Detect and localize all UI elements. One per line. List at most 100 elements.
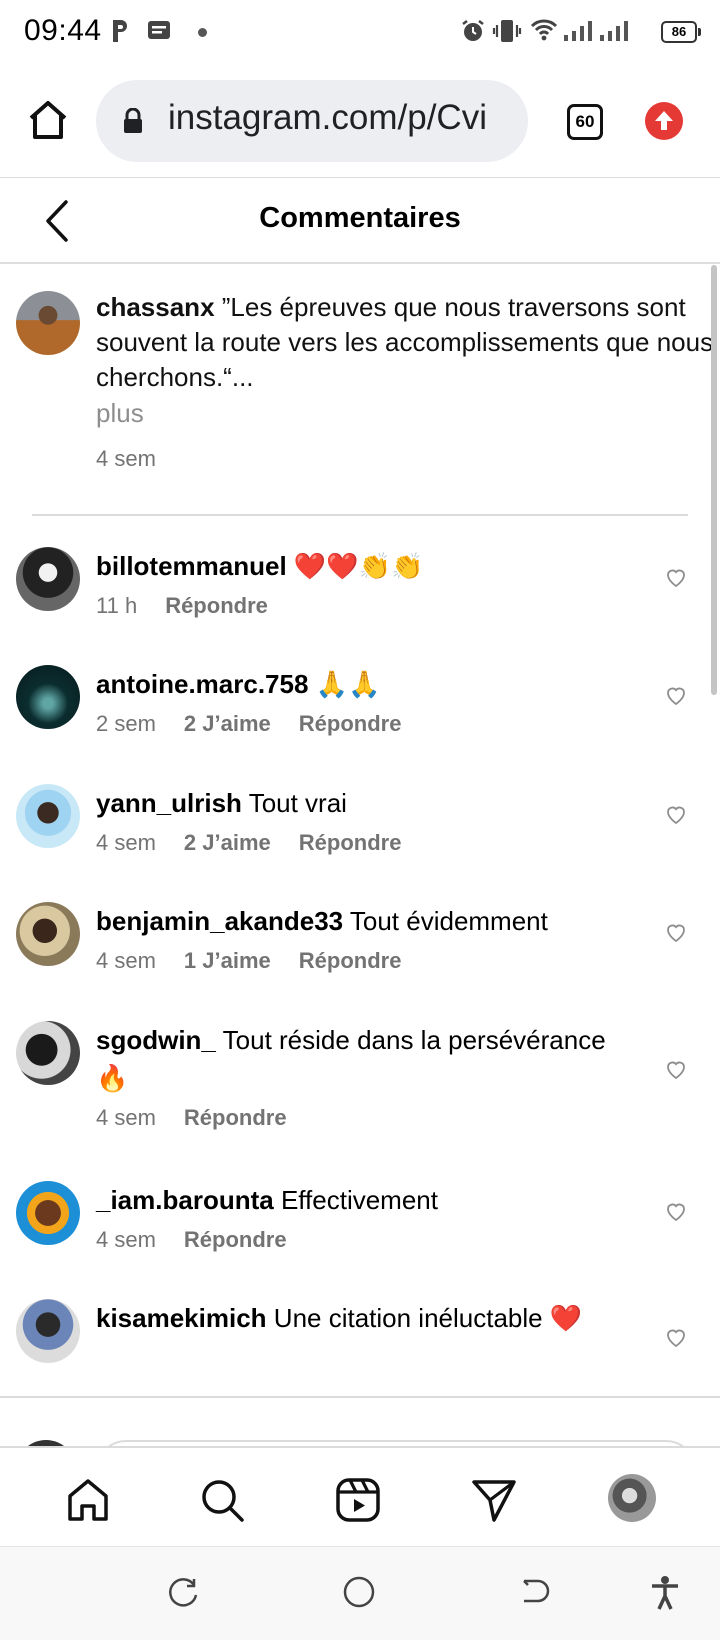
comment-text: _iam.barounta Effectivement xyxy=(96,1181,636,1219)
comment-timestamp: 4 sem xyxy=(96,1105,156,1130)
message-icon xyxy=(148,21,170,39)
avatar[interactable] xyxy=(16,547,80,611)
search-icon[interactable] xyxy=(198,1476,246,1524)
comment-item: sgodwin_ Tout réside dans la persévéranc… xyxy=(0,1021,720,1161)
comment-body: Une citation inéluctable ❤️ xyxy=(266,1303,583,1333)
heart-icon[interactable] xyxy=(664,1057,688,1081)
comment-item: billotemmanuel ❤️❤️👏👏 11 h Répondre xyxy=(0,547,720,657)
comment-item: _iam.barounta Effectivement 4 sem Répondr… xyxy=(0,1181,720,1291)
caption-username[interactable]: chassanx xyxy=(96,292,215,322)
comments-header: Commentaires xyxy=(0,178,720,264)
comment-text: billotemmanuel ❤️❤️👏👏 xyxy=(96,547,636,585)
likes-count[interactable]: 2 J’aime xyxy=(184,711,271,736)
browser-toolbar: instagram.com/p/Cvi 60 xyxy=(0,66,720,178)
parking-icon xyxy=(113,20,127,42)
avatar[interactable] xyxy=(16,1299,80,1363)
reply-button[interactable]: Répondre xyxy=(165,593,268,618)
post-caption: chassanx ”Les épreuves que nous traverso… xyxy=(0,264,720,516)
comment-username[interactable]: benjamin_akande33 xyxy=(96,906,343,936)
reply-button[interactable]: Répondre xyxy=(299,830,402,855)
comment-meta: 4 sem Répondre xyxy=(96,1105,315,1131)
comment-item: kisamekimich Une citation inéluctable ❤️ xyxy=(0,1299,720,1396)
comment-text: benjamin_akande33 Tout évidemment xyxy=(96,902,636,940)
accessibility-icon[interactable] xyxy=(650,1575,680,1611)
home-icon[interactable] xyxy=(64,1476,112,1524)
comment-timestamp: 11 h xyxy=(96,593,138,618)
avatar[interactable] xyxy=(16,1021,80,1085)
wifi-icon xyxy=(530,19,558,41)
comment-body: 🙏🙏 xyxy=(308,669,381,699)
comment-item: yann_ulrish Tout vrai 4 sem 2 J’aime Répon… xyxy=(0,784,720,894)
url-text: instagram.com/p/Cvi xyxy=(168,98,487,137)
comment-body: ❤️❤️👏👏 xyxy=(286,551,424,581)
reply-button[interactable]: Répondre xyxy=(299,711,402,736)
comment-meta: 4 sem 2 J’aime Répondre xyxy=(96,830,429,856)
likes-count[interactable]: 1 J’aime xyxy=(184,948,271,973)
comment-username[interactable]: kisamekimich xyxy=(96,1303,267,1333)
comment-timestamp: 4 sem xyxy=(96,948,156,973)
heart-icon[interactable] xyxy=(664,683,688,707)
comment-body: Tout vrai xyxy=(241,788,347,818)
heart-icon[interactable] xyxy=(664,802,688,826)
avatar[interactable] xyxy=(16,665,80,729)
signal-icon-2 xyxy=(600,21,628,41)
signal-icon xyxy=(564,21,592,41)
avatar[interactable] xyxy=(16,784,80,848)
comment-text: yann_ulrish Tout vrai xyxy=(96,784,636,822)
recents-icon[interactable] xyxy=(166,1575,200,1609)
comment-meta: 4 sem 1 J’aime Répondre xyxy=(96,948,429,974)
bottom-navigation xyxy=(0,1446,720,1546)
status-bar: 09:44 86 xyxy=(0,0,720,66)
heart-icon[interactable] xyxy=(664,920,688,944)
comment-username[interactable]: billotemmanuel xyxy=(96,551,287,581)
comment-text: antoine.marc.758 🙏🙏 xyxy=(96,665,636,703)
comment-timestamp: 2 sem xyxy=(96,711,156,736)
back-gesture-icon[interactable] xyxy=(518,1575,552,1609)
avatar[interactable] xyxy=(16,1181,80,1245)
home-circle-icon[interactable] xyxy=(342,1575,376,1609)
browser-update-button[interactable] xyxy=(645,102,683,140)
reels-icon[interactable] xyxy=(334,1476,382,1524)
arrow-up-icon xyxy=(655,111,673,130)
reply-button[interactable]: Répondre xyxy=(184,1105,287,1130)
battery-indicator: 86 xyxy=(661,21,701,43)
browser-home-icon[interactable] xyxy=(24,96,72,144)
comment-item: antoine.marc.758 🙏🙏 2 sem 2 J’aime Répondr… xyxy=(0,665,720,775)
heart-icon[interactable] xyxy=(664,1199,688,1223)
lock-icon xyxy=(124,108,142,133)
heart-icon[interactable] xyxy=(664,565,688,589)
tab-switcher-button[interactable]: 60 xyxy=(567,104,603,140)
avatar[interactable] xyxy=(16,291,80,355)
page-title: Commentaires xyxy=(259,202,461,234)
comment-meta: 2 sem 2 J’aime Répondre xyxy=(96,711,429,737)
likes-count[interactable]: 2 J’aime xyxy=(184,830,271,855)
comment-input-area xyxy=(0,1396,720,1446)
caption-text: chassanx ”Les épreuves que nous traverso… xyxy=(96,290,720,395)
comment-username[interactable]: sgodwin_ xyxy=(96,1025,216,1055)
caption-timestamp: 4 sem xyxy=(96,446,156,471)
comment-meta: 11 h Répondre xyxy=(96,593,296,619)
heart-icon[interactable] xyxy=(664,1325,688,1349)
avatar[interactable] xyxy=(16,902,80,966)
comment-timestamp: 4 sem xyxy=(96,1227,156,1252)
comment-item: benjamin_akande33 Tout évidemment 4 sem 1… xyxy=(0,902,720,1012)
comment-text: kisamekimich Une citation inéluctable ❤️ xyxy=(96,1299,636,1337)
comment-username[interactable]: antoine.marc.758 xyxy=(96,669,308,699)
system-navigation xyxy=(0,1546,720,1640)
alarm-icon xyxy=(462,20,484,41)
reply-button[interactable]: Répondre xyxy=(184,1227,287,1252)
comment-text: sgodwin_ Tout réside dans la persévéranc… xyxy=(96,1021,636,1097)
caption-more-link[interactable]: plus xyxy=(96,398,144,429)
comment-timestamp: 4 sem xyxy=(96,830,156,855)
notification-dot xyxy=(198,28,207,37)
url-bar[interactable]: instagram.com/p/Cvi xyxy=(96,80,528,162)
vibrate-icon xyxy=(492,20,522,42)
profile-avatar[interactable] xyxy=(608,1474,656,1522)
comment-meta: 4 sem Répondre xyxy=(96,1227,315,1253)
comment-username[interactable]: _iam.barounta xyxy=(96,1185,274,1215)
comment-username[interactable]: yann_ulrish xyxy=(96,788,242,818)
direct-icon[interactable] xyxy=(470,1476,518,1524)
comment-list: billotemmanuel ❤️❤️👏👏 11 h Répondre antoi… xyxy=(0,516,720,1396)
status-time: 09:44 xyxy=(24,14,102,47)
reply-button[interactable]: Répondre xyxy=(299,948,402,973)
